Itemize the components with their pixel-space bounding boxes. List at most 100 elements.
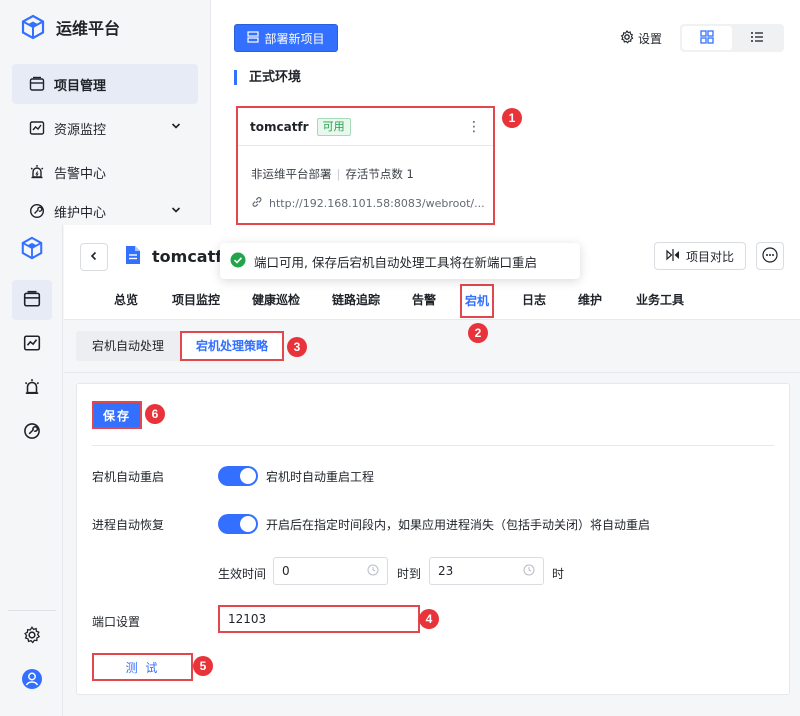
chart-line-icon xyxy=(28,119,46,137)
time-to-value: 23 xyxy=(438,564,454,578)
deploy-new-project-button[interactable]: 部署新项目 xyxy=(234,24,338,52)
divider xyxy=(92,445,774,446)
layers-icon xyxy=(28,75,46,93)
project-url[interactable]: http://192.168.101.58:8083/webroot/... xyxy=(251,196,485,211)
port-input[interactable]: 12103 xyxy=(218,605,420,633)
project-detail-content: tomcatfr 项目对比 总览 项目监控 健康巡检 链路追踪 告警 宕机 日志… xyxy=(64,225,800,716)
more-options-button[interactable] xyxy=(756,242,784,270)
chart-line-icon xyxy=(23,334,41,355)
user-icon xyxy=(21,668,43,693)
brand[interactable]: 运维平台 xyxy=(20,14,120,40)
annotation-badge-1: 1 xyxy=(502,108,522,128)
back-button[interactable] xyxy=(80,243,108,271)
divider xyxy=(64,372,800,373)
sidebar-item-resource-monitor[interactable] xyxy=(12,324,52,364)
time-unit-label: 时 xyxy=(552,567,565,581)
auto-restart-switch[interactable] xyxy=(218,466,258,486)
chevron-down-icon xyxy=(170,204,182,220)
tab-project-monitor[interactable]: 项目监控 xyxy=(166,283,226,319)
strategy-subtabs: 宕机自动处理 宕机处理策略 xyxy=(76,331,285,361)
process-recovery-switch[interactable] xyxy=(218,514,258,534)
project-compare-button[interactable]: 项目对比 xyxy=(654,242,746,270)
sidebar-item-project-management[interactable] xyxy=(12,280,52,320)
clock-icon xyxy=(523,564,535,579)
sidebar-item-label: 项目管理 xyxy=(54,78,107,94)
effective-time-label: 生效时间 xyxy=(218,567,267,581)
more-horizontal-icon xyxy=(762,246,778,266)
annotation-badge-4: 4 xyxy=(419,609,439,629)
sidebar-item-maintenance-center[interactable] xyxy=(12,412,52,452)
alarm-light-icon xyxy=(23,378,41,399)
project-info: 非运维平台部署 | 存活节点数 1 xyxy=(251,167,414,181)
grid-view-button[interactable] xyxy=(682,26,732,50)
collapsed-sidebar xyxy=(0,225,63,716)
main-sidebar: 运维平台 项目管理 资源监控 告警中心 维护中心 xyxy=(0,0,211,225)
tab-maintenance[interactable]: 维护 xyxy=(572,283,608,319)
time-to-input[interactable]: 23 xyxy=(429,557,544,585)
wrench-shield-icon xyxy=(23,422,41,443)
detail-tabs: 总览 项目监控 健康巡检 链路追踪 告警 宕机 日志 维护 业务工具 xyxy=(64,283,800,319)
brand-logo[interactable] xyxy=(12,229,52,269)
grid-icon xyxy=(700,29,714,47)
sidebar-item-label: 告警中心 xyxy=(54,166,107,182)
url-text: http://192.168.101.58:8083/webroot/... xyxy=(269,197,485,210)
cube-logo-icon xyxy=(20,14,46,40)
annotation-badge-2: 2 xyxy=(468,323,488,343)
brand-name: 运维平台 xyxy=(56,19,121,38)
view-toggle xyxy=(680,24,784,52)
sidebar-item-alarm-center[interactable] xyxy=(12,368,52,408)
status-badge: 可用 xyxy=(316,117,351,136)
sidebar-item-label: 维护中心 xyxy=(54,205,107,221)
settings-button[interactable] xyxy=(12,616,52,656)
strategy-form: 保存 宕机自动重启 宕机时自动重启工程 进程自动恢复 开启后在指定时间段内，如果… xyxy=(76,383,790,695)
server-icon xyxy=(247,30,260,46)
document-icon xyxy=(124,245,142,268)
time-to-label: 时到 xyxy=(397,567,422,581)
deploy-label: 部署新项目 xyxy=(264,31,325,46)
tab-logs[interactable]: 日志 xyxy=(516,283,552,319)
gear-icon xyxy=(23,625,41,647)
tab-health-check[interactable]: 健康巡检 xyxy=(246,283,306,319)
project-detail-screen: tomcatfr 项目对比 总览 项目监控 健康巡检 链路追踪 告警 宕机 日志… xyxy=(0,225,800,716)
compare-icon xyxy=(666,248,680,265)
success-toast: 端口可用, 保存后宕机自动处理工具将在新端口重启 xyxy=(220,243,580,279)
settings-button[interactable]: 设置 xyxy=(620,30,662,47)
annotation-badge-3: 3 xyxy=(287,337,307,357)
alarm-light-icon xyxy=(28,163,46,181)
section-title: 正式环境 xyxy=(234,70,301,85)
layers-icon xyxy=(23,290,41,311)
toast-message: 端口可用, 保存后宕机自动处理工具将在新端口重启 xyxy=(254,254,537,270)
list-icon xyxy=(750,30,764,47)
project-card-header: tomcatfr 可用 ⋮ xyxy=(238,108,493,146)
sidebar-item-alarm-center[interactable]: 告警中心 xyxy=(12,152,198,192)
tab-trace[interactable]: 链路追踪 xyxy=(326,283,386,319)
tab-alarm[interactable]: 告警 xyxy=(406,283,442,319)
check-circle-icon xyxy=(230,252,246,271)
process-recovery-label: 进程自动恢复 xyxy=(92,518,165,532)
link-icon xyxy=(251,196,263,211)
tab-business-tools[interactable]: 业务工具 xyxy=(630,283,690,319)
list-view-button[interactable] xyxy=(732,26,782,50)
save-button[interactable]: 保存 xyxy=(92,401,142,429)
more-vertical-icon[interactable]: ⋮ xyxy=(467,119,481,135)
subtab-handling-strategy[interactable]: 宕机处理策略 xyxy=(180,331,285,361)
deploy-type: 非运维平台部署 xyxy=(251,167,332,181)
test-button[interactable]: 测 试 xyxy=(92,653,193,681)
project-card[interactable]: tomcatfr 可用 ⋮ 非运维平台部署 | 存活节点数 1 http://192… xyxy=(236,106,495,225)
time-from-input[interactable]: 0 xyxy=(273,557,388,585)
tab-downtime[interactable]: 宕机 xyxy=(460,284,494,318)
auto-restart-desc: 宕机时自动重启工程 xyxy=(266,470,375,484)
sidebar-item-label: 资源监控 xyxy=(54,122,107,138)
port-label: 端口设置 xyxy=(92,615,141,629)
wrench-shield-icon xyxy=(28,202,46,220)
sidebar-item-project-management[interactable]: 项目管理 xyxy=(12,64,198,104)
clock-icon xyxy=(367,564,379,579)
subtab-auto-handling[interactable]: 宕机自动处理 xyxy=(76,331,180,361)
alive-nodes: 存活节点数 1 xyxy=(345,167,414,181)
time-from-value: 0 xyxy=(282,564,290,578)
compare-label: 项目对比 xyxy=(685,249,734,264)
tab-overview[interactable]: 总览 xyxy=(108,283,144,319)
sidebar-item-resource-monitor[interactable]: 资源监控 xyxy=(12,108,198,148)
user-avatar[interactable] xyxy=(12,660,52,700)
sidebar-item-maintenance-center[interactable]: 维护中心 xyxy=(12,196,198,226)
